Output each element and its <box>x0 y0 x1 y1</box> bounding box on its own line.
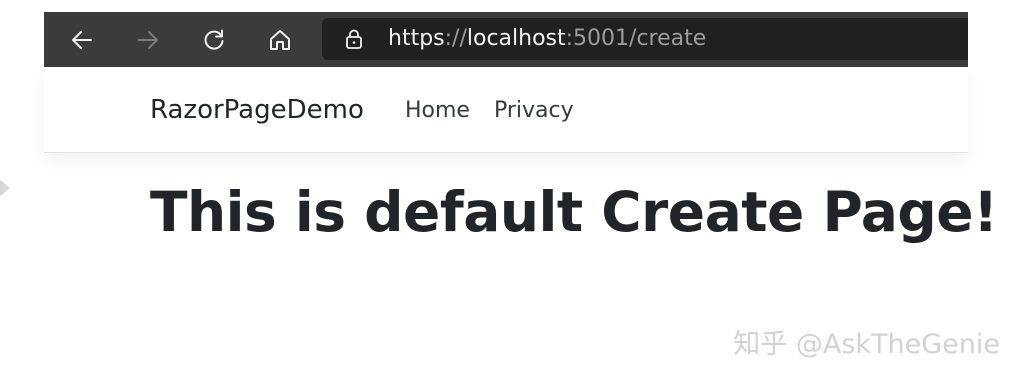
watermark-text: 知乎 @AskTheGenie <box>733 329 1000 360</box>
home-icon <box>270 30 290 50</box>
site-navbar: RazorPageDemo Home Privacy <box>44 67 968 153</box>
browser-toolbar: https://localhost:5001/create <box>44 12 968 67</box>
refresh-icon <box>204 29 224 50</box>
url-scheme: https <box>388 26 445 51</box>
forward-icon <box>138 31 158 49</box>
nav-link-home[interactable]: Home <box>405 98 470 123</box>
url-separator: :// <box>444 26 467 51</box>
navbar-brand[interactable]: RazorPageDemo <box>150 95 364 125</box>
address-bar[interactable]: https://localhost:5001/create <box>322 18 968 60</box>
page-heading: This is default Create Page! <box>150 180 998 244</box>
url-host: localhost <box>466 26 566 51</box>
home-button[interactable] <box>262 22 298 58</box>
lock-icon[interactable] <box>344 29 364 49</box>
back-icon <box>72 31 92 49</box>
nav-link-privacy[interactable]: Privacy <box>494 98 574 123</box>
forward-button[interactable] <box>130 22 166 58</box>
back-button[interactable] <box>64 22 100 58</box>
side-arrow-marker <box>0 180 10 196</box>
url-path: :5001/create <box>565 26 707 51</box>
url-text[interactable]: https://localhost:5001/create <box>388 25 706 53</box>
refresh-button[interactable] <box>196 22 232 58</box>
